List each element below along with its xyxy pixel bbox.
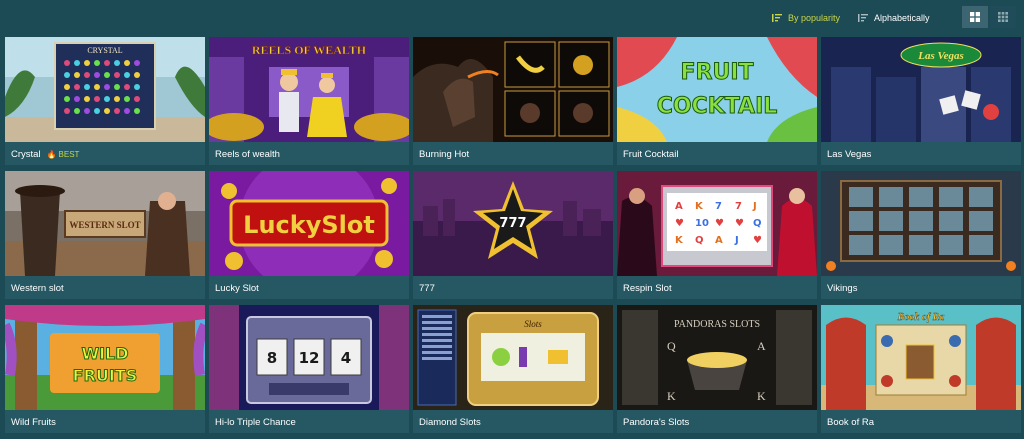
game-card-lucky-slot[interactable]: LuckySlot Lucky Slot <box>209 171 409 299</box>
game-card-777[interactable]: 777 777 <box>413 171 613 299</box>
svg-text:K: K <box>667 389 676 403</box>
game-card-wild-fruits[interactable]: WILD FRUITS Wild Fruits <box>5 305 205 433</box>
svg-text:J: J <box>752 201 757 212</box>
svg-text:A: A <box>757 339 766 353</box>
game-card-burning-hot[interactable]: Burning Hot <box>413 37 613 165</box>
game-thumbnail: WESTERN SLOT <box>5 171 205 276</box>
game-thumbnail: Slots <box>413 305 613 410</box>
svg-text:FRUITS: FRUITS <box>73 366 138 385</box>
game-title: Respin Slot <box>623 282 672 294</box>
game-card-western-slot[interactable]: WESTERN SLOT Western slot <box>5 171 205 299</box>
svg-text:7: 7 <box>735 201 742 212</box>
svg-text:♥: ♥ <box>675 218 684 229</box>
game-card-las-vegas[interactable]: Las Vegas Las Vegas <box>821 37 1021 165</box>
game-title: Las Vegas <box>827 148 872 160</box>
sort-icon <box>772 14 782 22</box>
svg-text:COCKTAIL: COCKTAIL <box>657 94 778 119</box>
svg-text:WILD: WILD <box>81 344 128 363</box>
game-title: Crystal 🔥 BEST <box>11 148 80 160</box>
game-title: 777 <box>419 282 435 294</box>
small-grid-view-button[interactable] <box>990 6 1016 28</box>
best-badge: 🔥 BEST <box>46 149 80 159</box>
game-card-book-of-ra[interactable]: Book of Ra Book of Ra <box>821 305 1021 433</box>
svg-text:K: K <box>675 235 684 246</box>
game-card-reels-of-wealth[interactable]: REELS OF WEALTH Reels of wealth <box>209 37 409 165</box>
game-thumbnail: Book of Ra <box>821 305 1021 410</box>
game-card-diamond-slots[interactable]: Slots Diamond Slots <box>413 305 613 433</box>
svg-text:A: A <box>675 201 683 212</box>
svg-text:PANDORAS SLOTS: PANDORAS SLOTS <box>674 319 760 330</box>
game-card-vikings[interactable]: Vikings <box>821 171 1021 299</box>
game-title: Diamond Slots <box>419 416 481 428</box>
game-card-fruit-cocktail[interactable]: FRUIT COCKTAIL Fruit Cocktail <box>617 37 817 165</box>
game-card-hi-lo-triple-chance[interactable]: 8 12 4 Hi-lo Triple Chance <box>209 305 409 433</box>
svg-text:♥: ♥ <box>753 235 762 246</box>
game-thumbnail <box>821 171 1021 276</box>
svg-text:A: A <box>715 235 723 246</box>
svg-text:4: 4 <box>341 349 351 367</box>
game-title: Burning Hot <box>419 148 470 160</box>
game-thumbnail: 8 12 4 <box>209 305 409 410</box>
toolbar: By popularity Alphabetically <box>0 0 1024 34</box>
game-title: Lucky Slot <box>215 282 259 294</box>
svg-text:FRUIT: FRUIT <box>680 60 753 85</box>
game-thumbnail: WILD FRUITS <box>5 305 205 410</box>
game-thumbnail: AK77J ♥ 10 ♥ ♥ Q K Q A J ♥ <box>617 171 817 276</box>
large-grid-view-button[interactable] <box>962 6 988 28</box>
sort-alphabetically-button[interactable]: Alphabetically <box>858 12 930 24</box>
game-card-crystal[interactable]: CRYSTAL Crystal 🔥 BEST <box>5 37 205 165</box>
sort-alphabetically-label: Alphabetically <box>874 13 930 23</box>
game-title: Vikings <box>827 282 858 294</box>
game-thumbnail <box>413 37 613 142</box>
game-title: Book of Ra <box>827 416 874 428</box>
game-title: Fruit Cocktail <box>623 148 679 160</box>
svg-text:♥: ♥ <box>715 218 724 229</box>
svg-text:Q: Q <box>695 235 704 246</box>
large-grid-icon <box>970 12 980 22</box>
flame-icon: 🔥 <box>46 149 57 159</box>
game-thumbnail: PANDORAS SLOTS Q A K K <box>617 305 817 410</box>
sort-icon <box>858 14 868 22</box>
sort-by-popularity-label: By popularity <box>788 13 841 23</box>
svg-text:K: K <box>757 389 766 403</box>
small-grid-icon <box>998 12 1008 22</box>
svg-text:Q: Q <box>667 339 676 353</box>
game-title: Western slot <box>11 282 64 294</box>
svg-text:777: 777 <box>499 216 526 231</box>
game-title: Reels of wealth <box>215 148 280 160</box>
svg-text:8: 8 <box>267 349 277 367</box>
svg-text:CRYSTAL: CRYSTAL <box>87 46 122 55</box>
svg-text:Q: Q <box>753 218 762 229</box>
game-thumbnail: LuckySlot <box>209 171 409 276</box>
game-thumbnail: CRYSTAL <box>5 37 205 142</box>
game-thumbnail: 777 <box>413 171 613 276</box>
game-title: Wild Fruits <box>11 416 56 428</box>
game-title: Pandora's Slots <box>623 416 690 428</box>
game-thumbnail: Las Vegas <box>821 37 1021 142</box>
svg-text:12: 12 <box>299 349 320 367</box>
svg-text:Las Vegas: Las Vegas <box>917 50 964 62</box>
svg-text:REELS OF WEALTH: REELS OF WEALTH <box>252 43 367 57</box>
sort-by-popularity-button[interactable]: By popularity <box>772 12 840 24</box>
svg-text:♥: ♥ <box>735 218 744 229</box>
game-thumbnail: REELS OF WEALTH <box>209 37 409 142</box>
game-title: Hi-lo Triple Chance <box>215 416 296 428</box>
game-thumbnail: FRUIT COCKTAIL <box>617 37 817 142</box>
svg-text:7: 7 <box>715 201 722 212</box>
view-toggle <box>962 6 1016 28</box>
game-grid: CRYSTAL Crystal 🔥 BEST REELS OF WEALTH Re… <box>5 37 1021 437</box>
svg-text:K: K <box>695 201 704 212</box>
svg-text:LuckySlot: LuckySlot <box>243 211 375 239</box>
svg-text:Slots: Slots <box>524 319 542 329</box>
svg-text:Book of Ra: Book of Ra <box>897 312 945 323</box>
svg-text:10: 10 <box>695 218 709 229</box>
game-card-pandoras-slots[interactable]: PANDORAS SLOTS Q A K K Pandora's Slots <box>617 305 817 433</box>
svg-text:WESTERN SLOT: WESTERN SLOT <box>69 220 140 230</box>
game-card-respin-slot[interactable]: AK77J ♥ 10 ♥ ♥ Q K Q A J ♥ Respin Slot <box>617 171 817 299</box>
svg-text:J: J <box>734 235 739 246</box>
